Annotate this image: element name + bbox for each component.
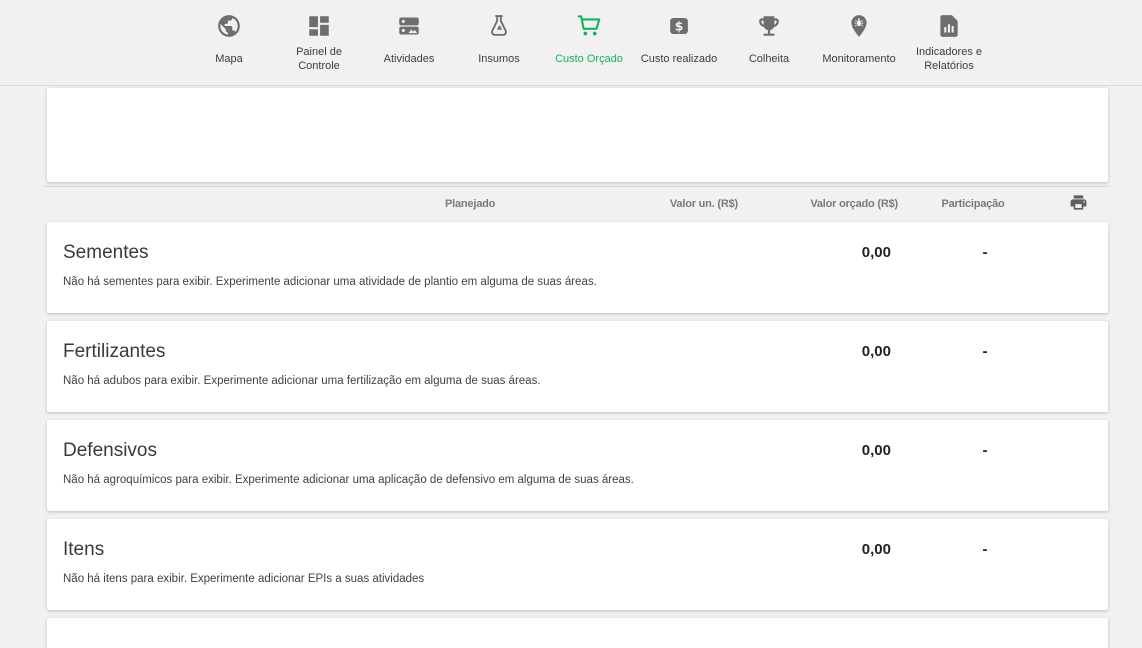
money-icon: $ <box>666 11 692 41</box>
trophy-icon <box>756 11 782 41</box>
section-title: Defensivos <box>63 439 445 462</box>
flask-icon <box>486 11 512 41</box>
svg-text:$: $ <box>675 19 684 34</box>
cell-participacao: - <box>898 244 1048 261</box>
section-description: Não há sementes para exibir. Experimente… <box>63 276 1092 288</box>
nav-item-label: Custo realizado <box>641 44 717 74</box>
section-description: Não há itens para exibir. Experimente ad… <box>63 573 1092 585</box>
nav-item-indicadores-relatorios[interactable]: Indicadores e Relatórios <box>904 0 994 74</box>
nav-item-monitoramento[interactable]: Monitoramento <box>814 0 904 74</box>
nav-item-label: Painel de Controle <box>274 44 364 74</box>
section-title: Fertilizantes <box>63 340 445 363</box>
activities-icon <box>396 11 422 41</box>
header-valor-orcado: Valor orçado (R$) <box>738 198 898 210</box>
header-planejado: Planejado <box>445 198 578 210</box>
globe-icon <box>216 11 242 41</box>
cell-valor-orcado: 0,00 <box>738 442 898 459</box>
nav-item-atividades[interactable]: Atividades <box>364 0 454 74</box>
cell-participacao: - <box>898 343 1048 360</box>
pin-bug-icon <box>846 11 872 41</box>
report-icon <box>936 11 962 41</box>
section-card: Sementes 0,00 - Não há sementes para exi… <box>47 222 1108 313</box>
cell-valor-orcado: 0,00 <box>738 244 898 261</box>
top-nav: Mapa Painel de Controle Atividades Insum… <box>0 0 1142 86</box>
cell-participacao: - <box>898 541 1048 558</box>
section-title: Sementes <box>63 241 445 264</box>
header-participacao: Participação <box>898 198 1048 210</box>
nav-item-label: Insumos <box>478 44 520 74</box>
nav-item-label: Custo Orçado <box>555 44 623 74</box>
cell-participacao: - <box>898 442 1048 459</box>
nav-item-label: Atividades <box>384 44 435 74</box>
nav-item-label: Colheita <box>749 44 789 74</box>
section-card: Itens 0,00 - Não há itens para exibir. E… <box>47 519 1108 610</box>
main-content: Planejado Valor un. (R$) Valor orçado (R… <box>0 86 1142 648</box>
header-valor-un: Valor un. (R$) <box>578 198 738 210</box>
top-panel <box>47 88 1108 182</box>
nav-item-colheita[interactable]: Colheita <box>724 0 814 74</box>
nav-item-label: Mapa <box>215 44 243 74</box>
nav-item-label: Monitoramento <box>822 44 895 74</box>
table-header: Planejado Valor un. (R$) Valor orçado (R… <box>47 187 1108 220</box>
section-card: Fertilizantes 0,00 - Não há adubos para … <box>47 321 1108 412</box>
cart-icon <box>575 11 603 41</box>
nav-item-custo-orcado[interactable]: Custo Orçado <box>544 0 634 74</box>
printer-icon <box>1069 193 1088 215</box>
bottom-panel <box>47 618 1108 648</box>
nav-item-painel-de-controle[interactable]: Painel de Controle <box>274 0 364 74</box>
print-button[interactable] <box>1067 191 1090 217</box>
nav-item-insumos[interactable]: Insumos <box>454 0 544 74</box>
nav-item-custo-realizado[interactable]: $ Custo realizado <box>634 0 724 74</box>
section-card: Defensivos 0,00 - Não há agroquímicos pa… <box>47 420 1108 511</box>
section-description: Não há agroquímicos para exibir. Experim… <box>63 474 1092 486</box>
section-title: Itens <box>63 538 445 561</box>
nav-item-mapa[interactable]: Mapa <box>184 0 274 74</box>
nav-item-label: Indicadores e Relatórios <box>904 44 994 74</box>
cell-valor-orcado: 0,00 <box>738 541 898 558</box>
cell-valor-orcado: 0,00 <box>738 343 898 360</box>
sections-list: Sementes 0,00 - Não há sementes para exi… <box>47 222 1108 610</box>
dashboard-icon <box>306 11 332 41</box>
section-description: Não há adubos para exibir. Experimente a… <box>63 375 1092 387</box>
